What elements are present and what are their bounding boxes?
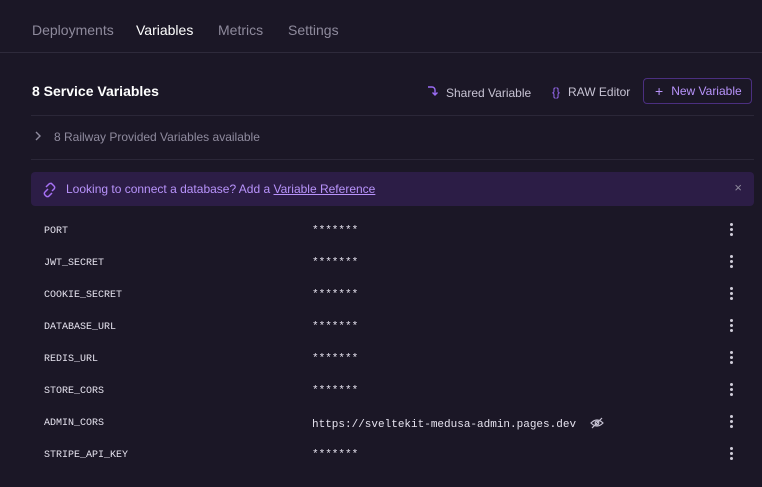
database-hint-banner: Looking to connect a database? Add a Var…: [31, 172, 754, 206]
chevron-right-icon: [34, 130, 42, 144]
variable-row: DATABASE_URL *******: [31, 315, 754, 347]
variable-value[interactable]: *******: [312, 289, 358, 301]
variable-value[interactable]: *******: [312, 257, 358, 269]
variable-row: ADMIN_CORS https://sveltekit-medusa-admi…: [31, 411, 754, 443]
raw-editor-label: RAW Editor: [568, 85, 631, 99]
section-title: 8 Service Variables: [32, 83, 159, 99]
variable-row: JWT_SECRET *******: [31, 251, 754, 283]
variable-name: PORT: [44, 226, 69, 237]
variable-reference-link[interactable]: Variable Reference: [274, 182, 376, 196]
variable-name: COOKIE_SECRET: [44, 290, 123, 301]
variable-row: STORE_CORS *******: [31, 379, 754, 411]
variable-name: REDIS_URL: [44, 354, 99, 365]
variable-row: REDIS_URL *******: [31, 347, 754, 379]
variable-row: COOKIE_SECRET *******: [31, 283, 754, 315]
kebab-menu-icon[interactable]: [728, 383, 734, 396]
variable-row: PORT *******: [31, 219, 754, 251]
close-icon[interactable]: ×: [734, 180, 742, 195]
variable-value-revealed[interactable]: https://sveltekit-medusa-admin.pages.dev: [312, 417, 604, 433]
variable-name: DATABASE_URL: [44, 322, 117, 333]
variable-value[interactable]: *******: [312, 449, 358, 461]
variable-value: https://sveltekit-medusa-admin.pages.dev: [312, 419, 577, 431]
banner-message: Looking to connect a database? Add a: [66, 182, 274, 196]
divider: [31, 115, 754, 116]
provided-variables-toggle[interactable]: 8 Railway Provided Variables available: [34, 130, 260, 144]
kebab-menu-icon[interactable]: [728, 223, 734, 236]
kebab-menu-icon[interactable]: [728, 287, 734, 300]
variable-name: STORE_CORS: [44, 386, 105, 397]
variable-value[interactable]: *******: [312, 353, 358, 365]
new-variable-button[interactable]: + New Variable: [643, 78, 752, 104]
divider: [31, 159, 754, 160]
kebab-menu-icon[interactable]: [728, 415, 734, 428]
tab-settings[interactable]: Settings: [288, 22, 339, 38]
shared-variable-icon: [426, 85, 438, 100]
variable-name: ADMIN_CORS: [44, 418, 105, 429]
kebab-menu-icon[interactable]: [728, 319, 734, 332]
braces-icon: {}: [552, 85, 561, 99]
eye-off-icon[interactable]: [590, 417, 604, 433]
variable-value[interactable]: *******: [312, 321, 358, 333]
kebab-menu-icon[interactable]: [728, 351, 734, 364]
banner-text: Looking to connect a database? Add a Var…: [66, 182, 375, 196]
provided-variables-label: 8 Railway Provided Variables available: [54, 130, 260, 144]
new-variable-label: New Variable: [671, 84, 742, 98]
link-icon: [42, 180, 58, 201]
kebab-menu-icon[interactable]: [728, 255, 734, 268]
variable-name: JWT_SECRET: [44, 258, 105, 269]
raw-editor-button[interactable]: {} RAW Editor: [552, 85, 630, 99]
plus-icon: +: [655, 83, 664, 99]
variable-name: STRIPE_API_KEY: [44, 450, 129, 461]
tab-deployments[interactable]: Deployments: [32, 22, 114, 38]
variable-row: STRIPE_API_KEY *******: [31, 443, 754, 475]
shared-variable-button[interactable]: Shared Variable: [426, 85, 531, 100]
variable-value[interactable]: *******: [312, 225, 358, 237]
variable-value[interactable]: *******: [312, 385, 358, 397]
kebab-menu-icon[interactable]: [728, 447, 734, 460]
tab-metrics[interactable]: Metrics: [218, 22, 263, 38]
tab-bar: Deployments Variables Metrics Settings: [0, 0, 762, 53]
shared-variable-label: Shared Variable: [446, 85, 532, 100]
tab-variables[interactable]: Variables: [136, 22, 193, 38]
